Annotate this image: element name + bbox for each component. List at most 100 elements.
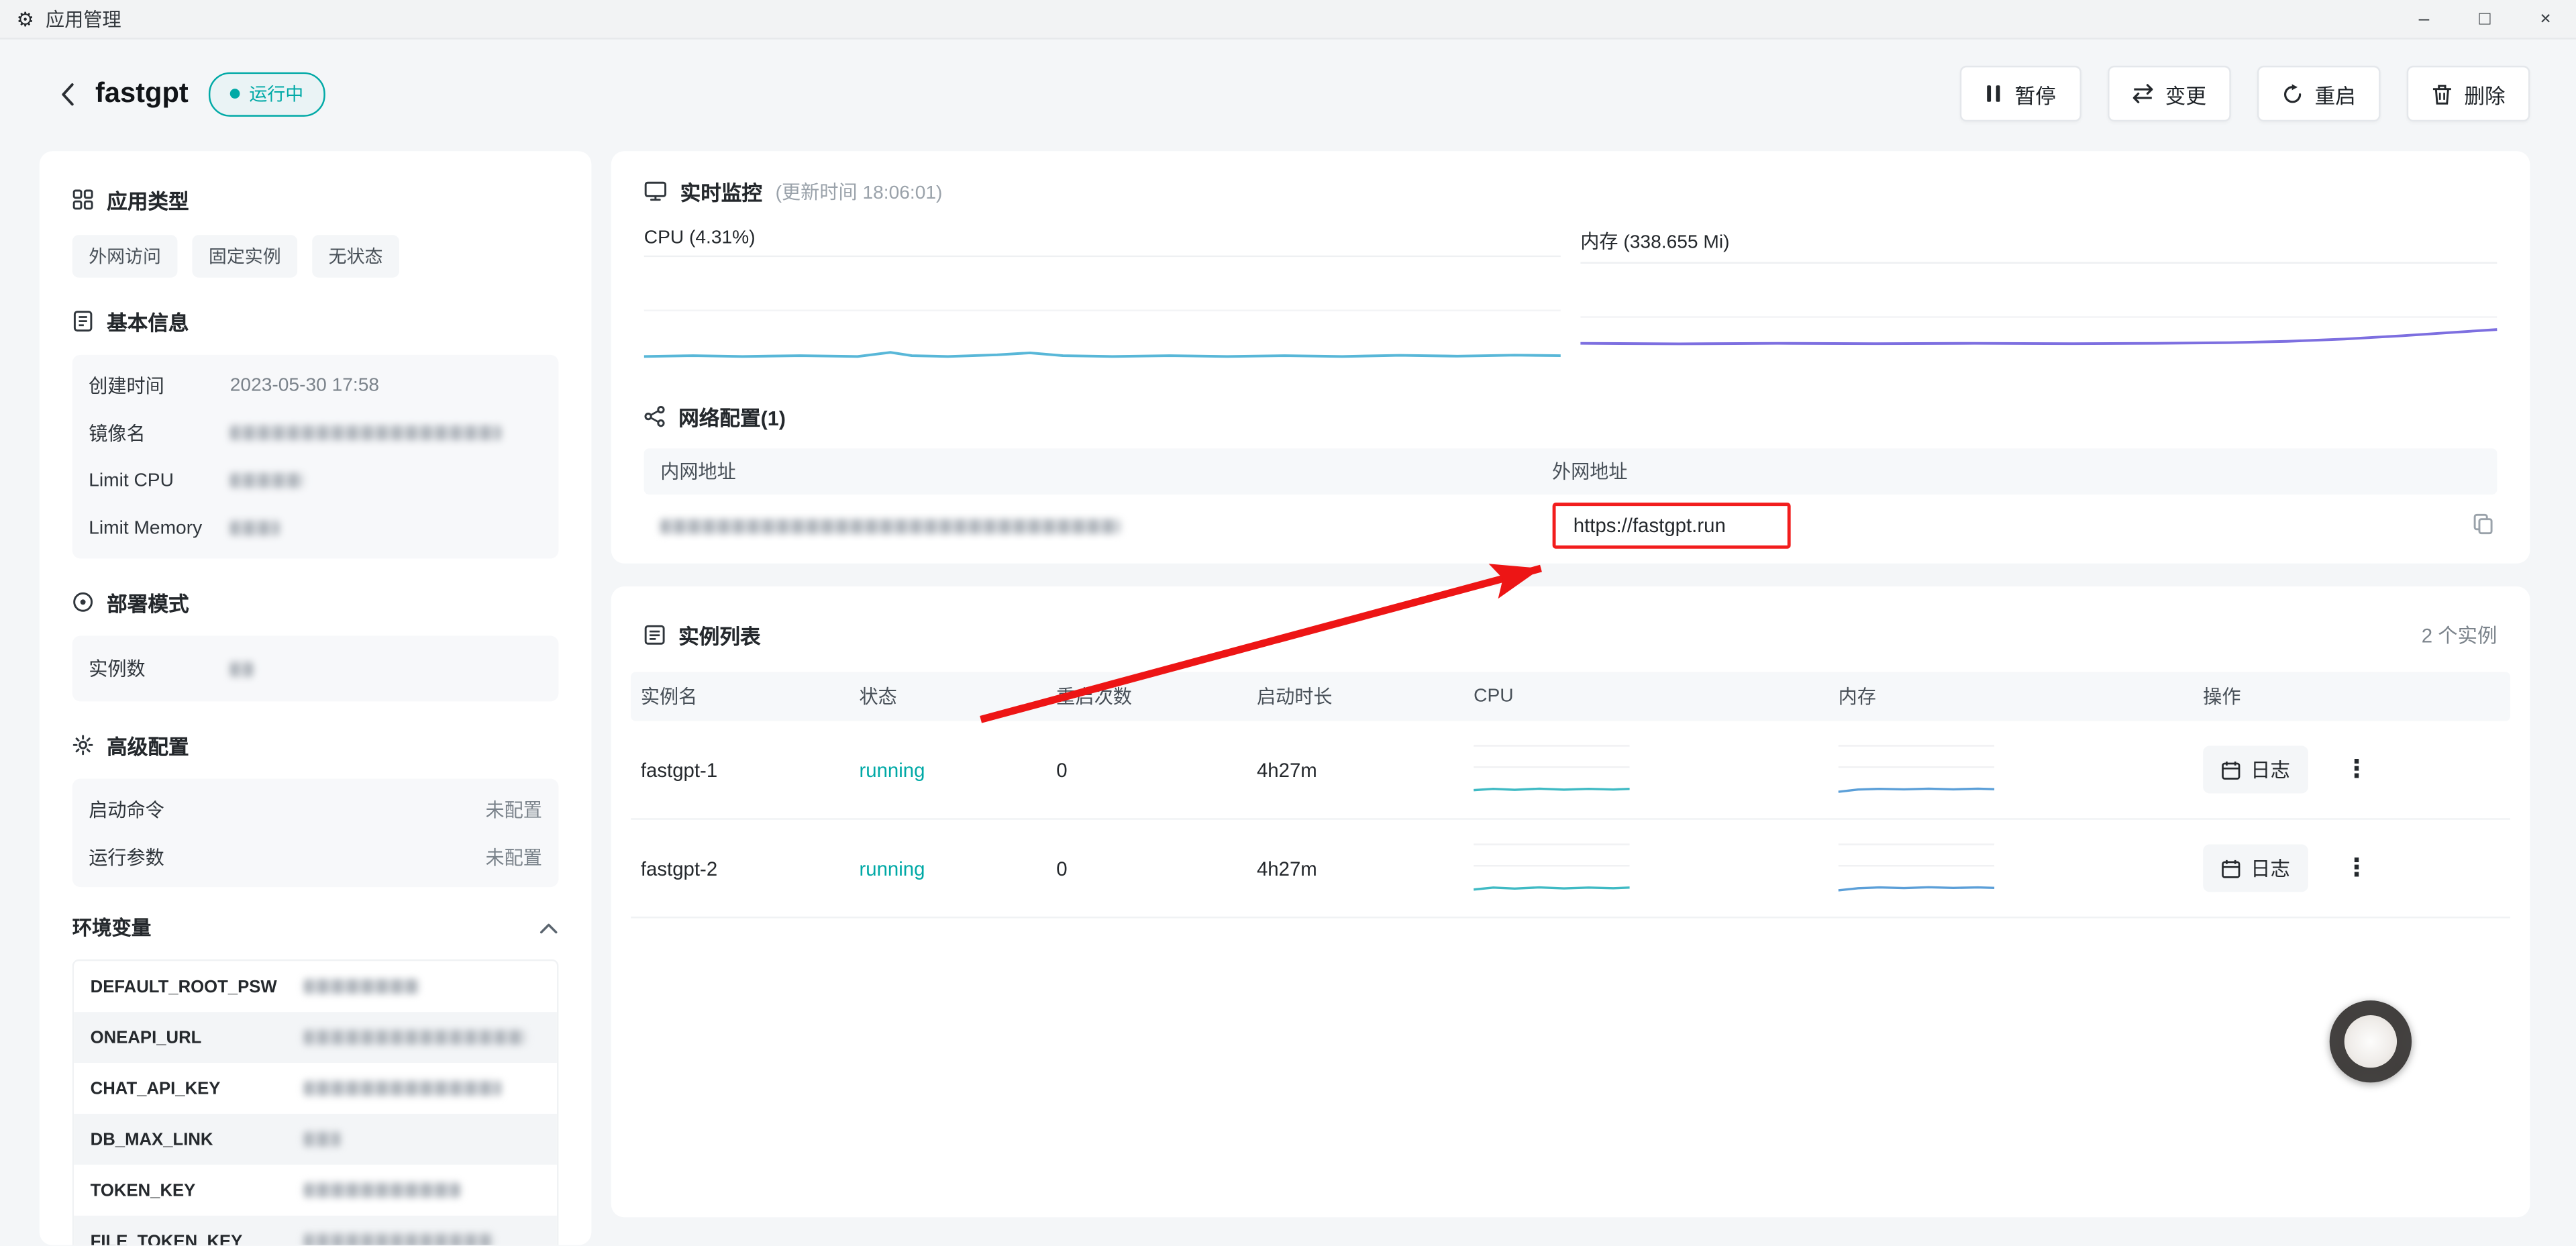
env-row: DEFAULT_ROOT_PSW <box>74 961 557 1012</box>
list-icon <box>644 624 666 645</box>
limit-cpu-label: Limit CPU <box>89 470 230 490</box>
pause-icon <box>1986 84 2004 103</box>
deploy-mode-block: 实例数 <box>72 635 559 701</box>
document-icon <box>72 311 94 332</box>
basic-info-title-label: 基本信息 <box>107 305 189 337</box>
chevron-left-icon <box>60 81 74 106</box>
instances-title-label: 实例列表 <box>678 619 760 651</box>
monitor-charts: CPU (4.31%) 内存 (338.655 Mi) <box>644 228 2497 376</box>
env-vars-header[interactable]: 环境变量 <box>72 913 559 941</box>
created-label: 创建时间 <box>89 372 230 399</box>
env-masked-value <box>304 1234 493 1245</box>
env-key-label: FILE_TOKEN_KEY <box>91 1231 304 1245</box>
window-title: 应用管理 <box>46 6 121 32</box>
cpu-sparkline-chart <box>644 254 1561 369</box>
log-button-label: 日志 <box>2251 854 2290 882</box>
log-button[interactable]: 日志 <box>2203 746 2308 794</box>
cursor-highlight-ring <box>2330 1000 2412 1082</box>
log-button[interactable]: 日志 <box>2203 844 2308 892</box>
change-button[interactable]: 变更 <box>2108 66 2231 121</box>
instances-table-header: 实例名 状态 重启次数 启动时长 CPU 内存 操作 <box>631 672 2510 721</box>
instances-card: 实例列表 2 个实例 实例名 状态 重启次数 启动时长 CPU 内存 操作 fa… <box>611 586 2530 1217</box>
network-section: 网络配置(1) 内网地址 外网地址 https://fastgpt <box>644 401 2497 557</box>
sidebar: 应用类型 外网访问 固定实例 无状态 基本信息 创建时间 2023- <box>40 151 592 1245</box>
minimize-icon[interactable]: – <box>2393 0 2455 38</box>
env-row: CHAT_API_KEY <box>74 1063 557 1114</box>
info-row-limit-memory: Limit Memory <box>89 505 542 552</box>
image-name-label: 镜像名 <box>89 420 230 446</box>
env-key-label: CHAT_API_KEY <box>91 1078 304 1098</box>
memory-chart: 内存 (338.655 Mi) <box>1580 228 2497 376</box>
env-row: FILE_TOKEN_KEY <box>74 1216 557 1245</box>
memory-sparkline-chart <box>1580 261 2497 376</box>
deploy-mode-title-label: 部署模式 <box>107 586 189 618</box>
instance-name: fastgpt-1 <box>631 758 859 781</box>
env-key-label: DEFAULT_ROOT_PSW <box>91 977 304 996</box>
instance-cpu-sparkline <box>1474 837 1630 899</box>
status-dot-icon <box>229 88 240 98</box>
copy-button[interactable] <box>2473 513 2494 544</box>
maximize-icon[interactable]: □ <box>2455 0 2516 38</box>
info-row-image: 镜像名 <box>89 409 542 457</box>
cpu-chart: CPU (4.31%) <box>644 228 1561 376</box>
pause-button[interactable]: 暂停 <box>1960 66 2081 121</box>
header-actions: 暂停 变更 重启 <box>1960 66 2530 121</box>
internal-address-masked-value <box>660 518 1121 533</box>
restart-button[interactable]: 重启 <box>2257 66 2381 121</box>
more-actions-icon[interactable]: ⋮ <box>2338 754 2375 786</box>
run-args-label: 运行参数 <box>89 843 230 870</box>
delete-button[interactable]: 删除 <box>2407 66 2530 121</box>
network-table-header: 内网地址 外网地址 <box>644 448 2497 495</box>
monitor-card: 实时监控 (更新时间 18:06:01) CPU (4.31%) 内存 (338… <box>611 151 2530 564</box>
log-icon <box>2221 858 2240 878</box>
instance-row: fastgpt-2 running 0 4h27m <box>631 820 2510 919</box>
app-type-title-label: 应用类型 <box>107 184 189 215</box>
restart-button-label: 重启 <box>2315 78 2356 109</box>
col-cpu: CPU <box>1474 686 1839 706</box>
pause-button-label: 暂停 <box>2015 78 2056 109</box>
external-url-highlight-box[interactable]: https://fastgpt.run <box>1552 503 1790 549</box>
network-title-label: 网络配置(1) <box>678 401 786 432</box>
env-masked-value <box>304 1081 501 1096</box>
limit-cpu-masked-value <box>230 473 304 488</box>
run-args-value: 未配置 <box>485 843 542 870</box>
advanced-config-section-title: 高级配置 <box>72 729 559 761</box>
instance-restarts: 0 <box>1056 758 1257 781</box>
memory-chart-label: 内存 (338.655 Mi) <box>1580 228 2497 254</box>
basic-info-block: 创建时间 2023-05-30 17:58 镜像名 Limit CPU Limi… <box>72 355 559 559</box>
instance-count-label: 实例数 <box>89 656 230 682</box>
network-table: 内网地址 外网地址 https://fastgpt.run <box>644 448 2497 557</box>
log-icon <box>2221 760 2240 779</box>
close-icon[interactable]: × <box>2515 0 2576 38</box>
instance-restarts: 0 <box>1056 857 1257 880</box>
grid-icon <box>72 189 94 211</box>
content: 应用类型 外网访问 固定实例 无状态 基本信息 创建时间 2023- <box>0 148 2576 1245</box>
tag-stateless: 无状态 <box>312 235 399 278</box>
chevron-up-icon <box>539 921 558 934</box>
external-address-cell: https://fastgpt.run <box>1552 503 2497 549</box>
window-controls: – □ × <box>2393 0 2576 38</box>
app-window: ⚙ 应用管理 – □ × fastgpt 运行中 暂停 <box>0 0 2576 1246</box>
instance-memory-sparkline <box>1839 739 1995 801</box>
instances-header: 实例列表 2 个实例 <box>631 603 2510 672</box>
col-internal-address: 内网地址 <box>644 458 1552 484</box>
instance-cpu-cell <box>1474 837 1839 899</box>
col-restart-count: 重启次数 <box>1056 683 1257 709</box>
instance-row: fastgpt-1 running 0 4h27m <box>631 721 2510 820</box>
internal-address-cell <box>644 518 1552 533</box>
instance-operations-cell: 日志 ⋮ <box>2203 844 2510 892</box>
created-value: 2023-05-30 17:58 <box>230 375 379 395</box>
more-actions-icon[interactable]: ⋮ <box>2338 853 2375 884</box>
start-cmd-value: 未配置 <box>485 796 542 822</box>
tag-external-access: 外网访问 <box>72 235 178 278</box>
status-badge: 运行中 <box>208 72 325 116</box>
deploy-mode-section-title: 部署模式 <box>72 586 559 618</box>
start-cmd-label: 启动命令 <box>89 796 230 822</box>
info-row-limit-cpu: Limit CPU <box>89 457 542 505</box>
advanced-config-block: 启动命令 未配置 运行参数 未配置 <box>72 778 559 887</box>
instance-cpu-cell <box>1474 739 1839 801</box>
image-name-masked-value <box>230 425 501 440</box>
instances-count-label: 2 个实例 <box>2422 621 2497 649</box>
env-key-label: ONEAPI_URL <box>91 1027 304 1047</box>
back-button[interactable] <box>49 76 85 112</box>
